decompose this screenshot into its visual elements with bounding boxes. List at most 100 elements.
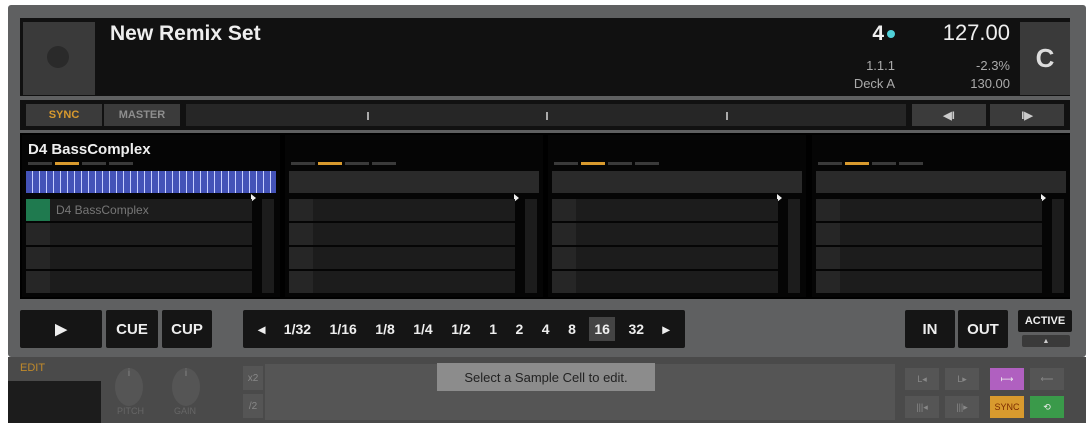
page-indicator[interactable] bbox=[872, 162, 896, 165]
cell-button[interactable] bbox=[26, 247, 50, 269]
sample-cell[interactable] bbox=[816, 247, 1042, 269]
page-indicator[interactable] bbox=[581, 162, 605, 165]
cell-button[interactable] bbox=[816, 223, 840, 245]
sample-cell[interactable] bbox=[816, 223, 1042, 245]
slot-column bbox=[548, 135, 806, 297]
loop-size-option[interactable]: 1/2 bbox=[446, 317, 475, 341]
end-marker-icon[interactable]: L▸ bbox=[945, 368, 979, 390]
loop-size-option[interactable]: 1/4 bbox=[408, 317, 437, 341]
sample-cell[interactable] bbox=[552, 271, 778, 293]
slot-waveform[interactable] bbox=[289, 171, 539, 193]
cell-button[interactable] bbox=[816, 199, 840, 221]
beat-counter: 4 bbox=[840, 22, 895, 46]
key-button[interactable]: C bbox=[1020, 22, 1070, 95]
loop-size-option[interactable]: 32 bbox=[623, 317, 649, 341]
cell-sync-button[interactable]: SYNC bbox=[990, 396, 1024, 418]
loop-active-button[interactable]: ACTIVE bbox=[1018, 310, 1072, 332]
loop-back-icon[interactable]: ⟵ bbox=[1030, 368, 1064, 390]
cell-button[interactable] bbox=[552, 199, 576, 221]
page-indicator[interactable] bbox=[109, 162, 133, 165]
page-indicator[interactable] bbox=[635, 162, 659, 165]
cell-button[interactable] bbox=[816, 247, 840, 269]
slot-volume-fader[interactable] bbox=[788, 199, 800, 293]
page-indicator[interactable] bbox=[818, 162, 842, 165]
loop-size-selector: ◂ 1/32 1/16 1/8 1/4 1/2 1 2 4 8 16 32 ▸ bbox=[243, 310, 685, 348]
loop-size-option[interactable]: 1/8 bbox=[370, 317, 399, 341]
loop-next-icon[interactable]: ▸ bbox=[658, 317, 675, 342]
bpm: 127.00 bbox=[942, 20, 1010, 45]
expand-button[interactable]: ▲ bbox=[1022, 335, 1070, 347]
loop-size-option[interactable]: 1/16 bbox=[325, 317, 362, 341]
nudge-left-icon[interactable]: |||◂ bbox=[905, 396, 939, 418]
loop-size-option[interactable]: 1/32 bbox=[279, 317, 316, 341]
page-indicator[interactable] bbox=[554, 162, 578, 165]
cell-button[interactable] bbox=[289, 271, 313, 293]
sample-cell[interactable] bbox=[26, 271, 252, 293]
slot-volume-fader[interactable] bbox=[525, 199, 537, 293]
slot-waveform[interactable] bbox=[26, 171, 276, 193]
sample-cell[interactable] bbox=[816, 199, 1042, 221]
cell-button[interactable] bbox=[26, 199, 50, 221]
cell-button[interactable] bbox=[816, 271, 840, 293]
sample-cell[interactable] bbox=[26, 223, 252, 245]
loop-forward-icon[interactable]: ⟼ bbox=[990, 368, 1024, 390]
sample-cell[interactable] bbox=[552, 247, 778, 269]
slot-volume-fader[interactable] bbox=[262, 199, 274, 293]
page-indicator[interactable] bbox=[55, 162, 79, 165]
sample-cell[interactable] bbox=[816, 271, 1042, 293]
page-indicator[interactable] bbox=[291, 162, 315, 165]
loop-in-button[interactable]: IN bbox=[905, 310, 955, 348]
page-indicator[interactable] bbox=[608, 162, 632, 165]
double-button[interactable]: x2 bbox=[243, 366, 263, 390]
cell-loop-icon[interactable]: ⟲ bbox=[1030, 396, 1064, 418]
loop-prev-icon[interactable]: ◂ bbox=[253, 317, 270, 342]
loop-size-option[interactable]: 16 bbox=[589, 317, 615, 341]
sample-cell[interactable] bbox=[289, 271, 515, 293]
nudge-right-icon[interactable]: |||▸ bbox=[945, 396, 979, 418]
cell-button[interactable] bbox=[289, 199, 313, 221]
cell-button[interactable] bbox=[552, 271, 576, 293]
sample-cell[interactable] bbox=[552, 199, 778, 221]
pitch-knob[interactable]: i bbox=[115, 368, 143, 406]
play-button[interactable]: ▶ bbox=[20, 310, 102, 348]
edit-hint: Select a Sample Cell to edit. bbox=[437, 363, 655, 391]
sample-cell[interactable] bbox=[289, 199, 515, 221]
page-indicator[interactable] bbox=[82, 162, 106, 165]
loop-out-button[interactable]: OUT bbox=[958, 310, 1008, 348]
cell-button[interactable] bbox=[289, 247, 313, 269]
beatjump-back-button[interactable]: ◀I bbox=[912, 104, 986, 126]
master-button[interactable]: MASTER bbox=[104, 104, 180, 126]
sync-button[interactable]: SYNC bbox=[26, 104, 102, 126]
page-indicator[interactable] bbox=[345, 162, 369, 165]
cell-button[interactable] bbox=[289, 223, 313, 245]
cell-button[interactable] bbox=[552, 223, 576, 245]
sample-cell[interactable] bbox=[289, 223, 515, 245]
loop-size-option[interactable]: 8 bbox=[563, 317, 581, 341]
page-indicator[interactable] bbox=[845, 162, 869, 165]
loop-size-option[interactable]: 2 bbox=[510, 317, 528, 341]
deck-label: Deck A bbox=[853, 76, 895, 91]
gain-knob[interactable]: i bbox=[172, 368, 200, 406]
cup-button[interactable]: CUP bbox=[162, 310, 212, 348]
page-indicator[interactable] bbox=[899, 162, 923, 165]
sample-cell[interactable] bbox=[552, 223, 778, 245]
sample-cell[interactable] bbox=[26, 247, 252, 269]
start-marker-icon[interactable]: L◂ bbox=[905, 368, 939, 390]
cell-button[interactable] bbox=[552, 247, 576, 269]
beatjump-forward-button[interactable]: I▶ bbox=[990, 104, 1064, 126]
page-indicator[interactable] bbox=[28, 162, 52, 165]
slot-waveform[interactable] bbox=[816, 171, 1066, 193]
sample-cell[interactable]: D4 BassComplex bbox=[26, 199, 252, 221]
loop-size-option[interactable]: 1 bbox=[484, 317, 502, 341]
slot-waveform[interactable] bbox=[552, 171, 802, 193]
gain-label: GAIN bbox=[174, 406, 197, 416]
page-indicator[interactable] bbox=[372, 162, 396, 165]
page-indicator[interactable] bbox=[318, 162, 342, 165]
cell-button[interactable] bbox=[26, 271, 50, 293]
sample-cell[interactable] bbox=[289, 247, 515, 269]
cue-button[interactable]: CUE bbox=[106, 310, 158, 348]
cell-button[interactable] bbox=[26, 223, 50, 245]
loop-size-option[interactable]: 4 bbox=[537, 317, 555, 341]
halve-button[interactable]: /2 bbox=[243, 394, 263, 418]
slot-volume-fader[interactable] bbox=[1052, 199, 1064, 293]
